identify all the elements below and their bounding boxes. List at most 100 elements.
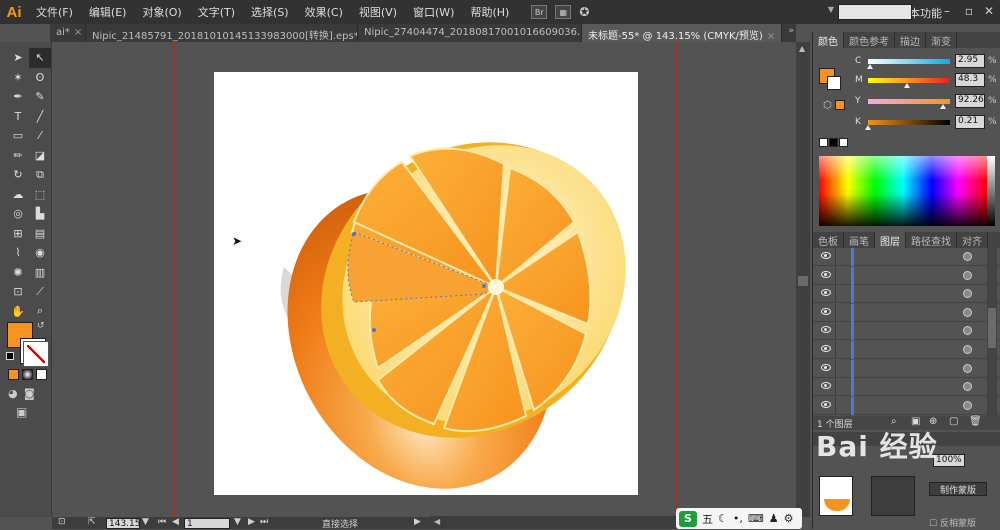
status-menu-icon[interactable]: ▶ <box>414 517 421 527</box>
vertical-scrollbar[interactable]: ▲ <box>796 42 810 517</box>
layer-row[interactable] <box>813 285 1000 304</box>
lock-column[interactable] <box>835 378 836 397</box>
gradient-mode-icon[interactable] <box>22 369 33 380</box>
lock-column[interactable] <box>835 266 836 285</box>
artboard-number-field[interactable]: 1 <box>184 518 230 529</box>
zoom-field[interactable]: 143.15 <box>106 518 141 529</box>
tab-document-3[interactable]: Nipic_27404474_20180817001016609036.ai*× <box>358 24 582 42</box>
target-circle-icon[interactable] <box>963 289 972 299</box>
pencil-tool-icon[interactable]: ✏ <box>7 146 29 166</box>
cyan-slider[interactable] <box>868 59 950 64</box>
visibility-eye-icon[interactable] <box>821 289 831 297</box>
black-slider-thumb[interactable] <box>865 125 871 130</box>
lock-column[interactable] <box>835 322 836 341</box>
lock-column[interactable] <box>835 341 836 359</box>
bridge-button[interactable]: Br <box>531 5 548 19</box>
make-mask-button[interactable]: 制作蒙版 <box>929 482 987 496</box>
black-swatch[interactable] <box>829 138 838 147</box>
first-artboard-icon[interactable]: ⏮ <box>158 517 166 527</box>
hand-tool-icon[interactable]: ✋ <box>7 302 29 322</box>
pen-tool-icon[interactable]: ✒ <box>7 87 29 107</box>
paintbrush-tool-icon[interactable]: ⁄ <box>29 126 51 146</box>
mask-thumbnail[interactable] <box>871 476 915 516</box>
yellow-value-input[interactable]: 92.26 <box>955 94 985 108</box>
column-graph-tool-icon[interactable]: ▥ <box>29 263 51 283</box>
slice-tool-icon[interactable]: ⟋ <box>29 282 51 302</box>
target-circle-icon[interactable] <box>963 307 972 317</box>
more-tabs-icon[interactable]: » <box>788 26 794 36</box>
menu-select[interactable]: 选择(S) <box>243 4 297 20</box>
tab-document-active[interactable]: 未标题-55* @ 143.15% (CMYK/预览) × <box>582 24 782 42</box>
visibility-eye-icon[interactable] <box>821 363 831 371</box>
moon-icon[interactable]: ☾ <box>718 512 728 525</box>
lock-column[interactable] <box>835 396 836 415</box>
mesh-tool-icon[interactable]: ⊞ <box>7 224 29 244</box>
draw-inside-icon[interactable]: ◙ <box>24 387 35 400</box>
white-swatch[interactable] <box>839 138 848 147</box>
maximize-icon[interactable]: ▫ <box>960 3 978 19</box>
tab-pathfinder[interactable]: 路径查找 <box>906 232 957 248</box>
layer-row[interactable] <box>813 303 1000 322</box>
ime-mode[interactable]: 五 <box>702 511 713 527</box>
target-circle-icon[interactable] <box>963 345 972 354</box>
user-icon[interactable]: ♟ <box>769 512 779 525</box>
artboard-dropdown-icon[interactable]: ▼ <box>234 517 241 527</box>
none-swatch[interactable] <box>819 138 828 147</box>
layer-row[interactable] <box>813 359 1000 378</box>
tab-brushes[interactable]: 画笔 <box>844 232 875 248</box>
menu-view[interactable]: 视图(V) <box>351 4 405 20</box>
line-tool-icon[interactable]: ╱ <box>29 107 51 127</box>
color-mode-icon[interactable] <box>8 369 19 380</box>
cyan-slider-thumb[interactable] <box>867 64 874 69</box>
tab-swatches[interactable]: 色板 <box>813 232 844 248</box>
target-circle-icon[interactable] <box>963 270 972 280</box>
skin-icon[interactable]: ⚙ <box>784 512 794 525</box>
color-spectrum[interactable] <box>819 156 987 226</box>
next-artboard-icon[interactable]: ▶ <box>248 517 255 527</box>
layer-row[interactable] <box>813 396 1000 415</box>
opacity-field[interactable]: 100% <box>933 454 965 467</box>
tab-color[interactable]: 颜色 <box>813 32 844 48</box>
magenta-value-input[interactable]: 48.3 <box>955 73 985 87</box>
swap-fill-stroke-icon[interactable]: ↺ <box>37 321 45 331</box>
rectangle-tool-icon[interactable]: ▭ <box>7 126 29 146</box>
last-artboard-icon[interactable]: ⏭ <box>260 517 268 527</box>
yellow-slider-thumb[interactable] <box>940 104 947 109</box>
tab-gradient[interactable]: 渐变 <box>926 32 957 48</box>
punctuation-icon[interactable]: •, <box>733 512 743 525</box>
tab-stroke[interactable]: 描边 <box>895 32 926 48</box>
menu-edit[interactable]: 编辑(E) <box>81 4 135 20</box>
magenta-slider-thumb[interactable] <box>904 83 911 88</box>
arrange-documents-icon[interactable]: ▦ <box>555 5 572 19</box>
scroll-thumb[interactable] <box>798 276 808 286</box>
gradient-tool-icon[interactable]: ▤ <box>29 224 51 244</box>
visibility-eye-icon[interactable] <box>821 307 831 315</box>
free-transform-tool-icon[interactable]: ⬚ <box>29 185 51 205</box>
tab-document-1[interactable]: ai* × <box>50 24 86 42</box>
visibility-eye-icon[interactable] <box>821 345 831 352</box>
lock-column[interactable] <box>835 248 836 266</box>
layer-row[interactable] <box>813 266 1000 285</box>
workspace-dropdown-icon[interactable]: ▼ <box>828 5 834 14</box>
object-thumbnail[interactable] <box>819 476 853 516</box>
layers-scrollbar[interactable] <box>987 248 997 416</box>
minimize-icon[interactable]: – <box>938 3 956 19</box>
orange-illustration[interactable] <box>214 72 638 495</box>
keyboard-icon[interactable]: ⌨ <box>748 512 764 525</box>
selection-tool-icon[interactable]: ➤ <box>7 48 29 68</box>
invert-mask-checkbox[interactable]: ☐ 反相蒙版 <box>929 516 976 529</box>
type-tool-icon[interactable]: T <box>7 107 29 127</box>
target-circle-icon[interactable] <box>963 400 972 410</box>
target-circle-icon[interactable] <box>963 382 972 392</box>
stroke-color-swatch[interactable] <box>20 338 49 367</box>
prev-artboard-icon[interactable]: ◀ <box>172 517 179 527</box>
zoom-dropdown-icon[interactable]: ▼ <box>142 517 149 527</box>
tab-layers[interactable]: 图层 <box>875 232 906 248</box>
canvas-area[interactable]: ➤ <box>52 42 796 517</box>
symbol-sprayer-tool-icon[interactable]: ✺ <box>7 263 29 283</box>
new-layer-icon[interactable]: ▢ <box>949 416 958 427</box>
close-icon[interactable]: ✕ <box>980 3 998 19</box>
cyan-value-input[interactable]: 2.95 <box>955 54 985 68</box>
direct-selection-tool-icon[interactable]: ↖ <box>29 48 51 68</box>
magic-wand-tool-icon[interactable]: ✶ <box>7 68 29 88</box>
